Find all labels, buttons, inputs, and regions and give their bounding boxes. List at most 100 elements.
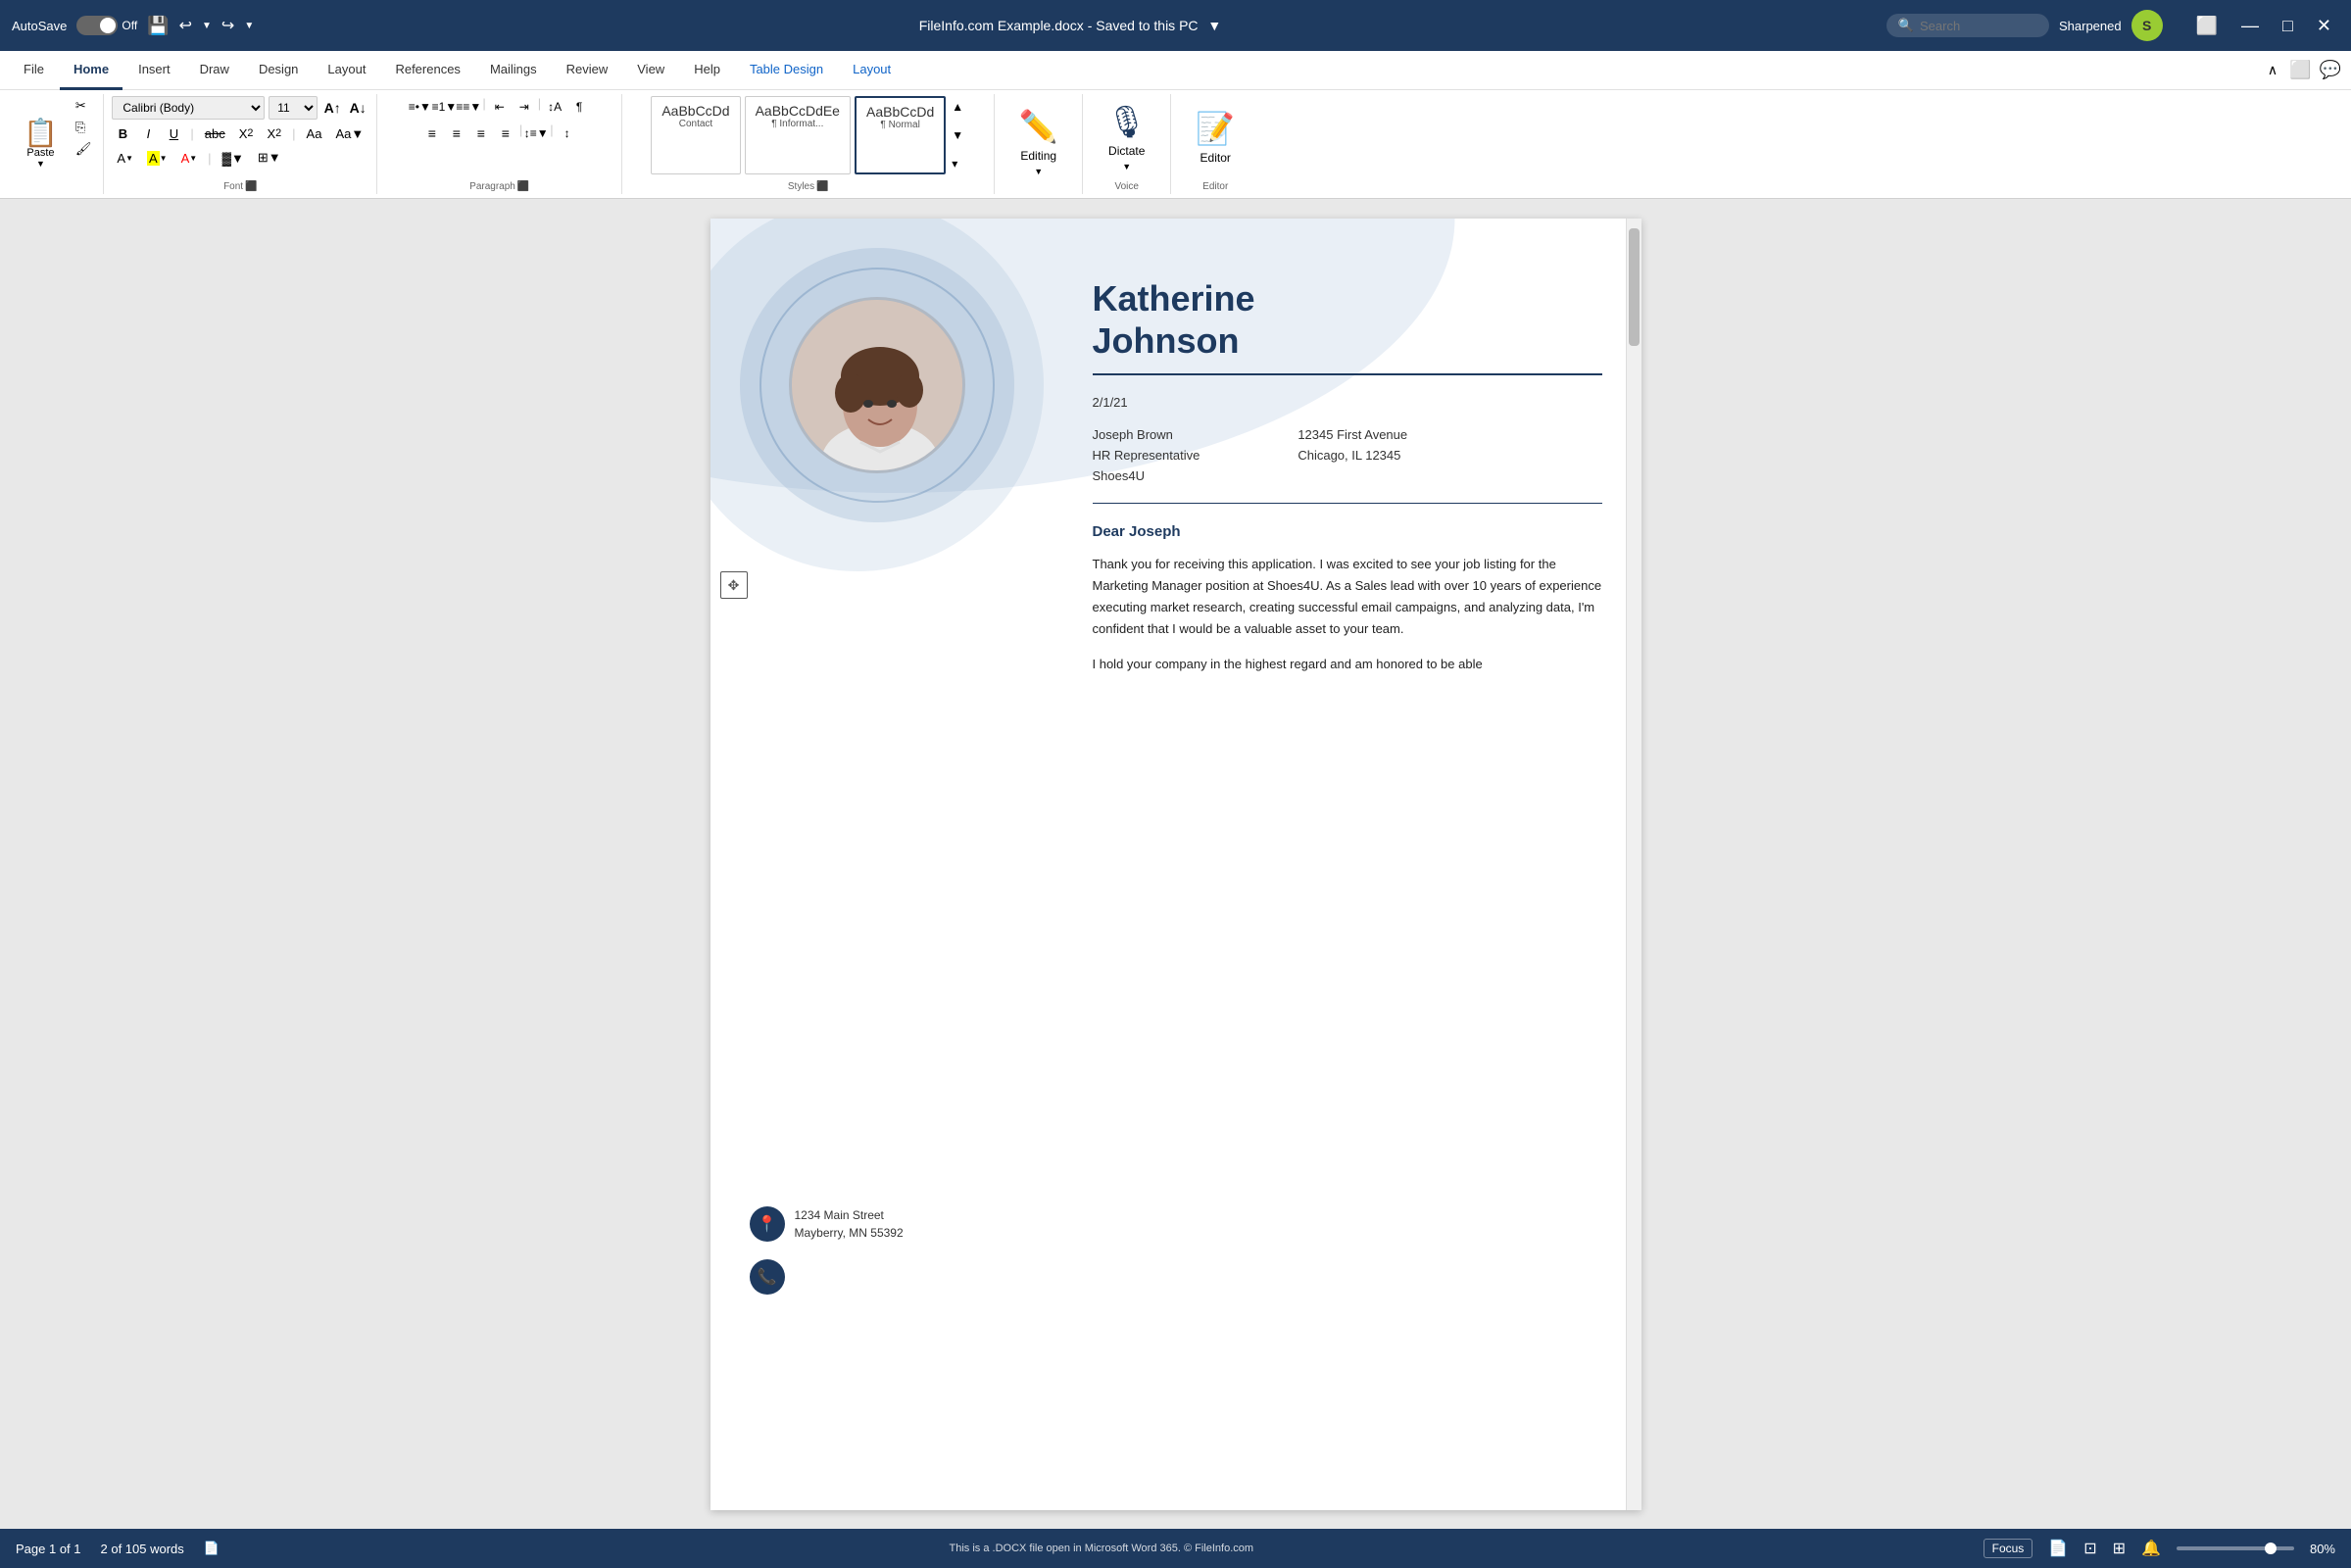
maximize-button[interactable]: □ (2275, 14, 2301, 38)
font-size-select[interactable]: 11 (269, 96, 318, 120)
tab-mailings[interactable]: Mailings (476, 51, 551, 90)
align-right-button[interactable]: ≡ (470, 122, 492, 144)
document-page[interactable]: ✥ 📍 1234 Main Street Mayberry, MN 55392 … (710, 219, 1641, 1510)
autosave-toggle[interactable]: Off (76, 16, 137, 35)
copy-button[interactable]: ⎘ (72, 118, 96, 137)
font-shrink-button[interactable]: A↓ (347, 97, 368, 119)
styles-expand[interactable]: ⬛ (816, 181, 828, 192)
zoom-slider[interactable] (2177, 1546, 2294, 1550)
redo-button[interactable]: ↪ (221, 16, 234, 35)
font-group: Calibri (Body) 11 A↑ A↓ B I U | abc X2 X… (104, 94, 377, 194)
editor-button[interactable]: 📝 Editor (1186, 96, 1245, 177)
tab-review[interactable]: Review (553, 51, 622, 90)
cut-button[interactable]: ✂ (72, 96, 96, 116)
move-handle[interactable]: ✥ (720, 571, 748, 599)
text-color-button[interactable]: A▼ (176, 147, 203, 169)
tab-table-design[interactable]: Table Design (736, 51, 837, 90)
scroll-thumb[interactable] (1629, 228, 1640, 346)
dictate-button[interactable]: 🎙 Dictate ▼ (1097, 96, 1156, 177)
style-normal[interactable]: AaBbCcDd ¶ Normal (855, 96, 946, 174)
tab-insert[interactable]: Insert (124, 51, 184, 90)
editing-button[interactable]: ✏️ Editing ▼ (1009, 96, 1068, 188)
italic-button[interactable]: I (137, 122, 159, 144)
format-painter-button[interactable]: 🖌 (72, 139, 96, 159)
tab-view[interactable]: View (623, 51, 678, 90)
styles-scroll-up[interactable]: ▲ ▼ ▾ (950, 96, 965, 174)
bullets-button[interactable]: ≡•▼ (409, 96, 430, 118)
toggle-switch[interactable] (76, 16, 118, 35)
borders-button2[interactable]: ⊞▼ (253, 147, 286, 169)
search-input[interactable] (1920, 19, 2037, 33)
styles-expand-button[interactable]: ▾ (952, 157, 963, 171)
indent-increase-button[interactable]: ⇥ (514, 96, 535, 118)
voice-group-label: Voice (1115, 177, 1139, 192)
para-expand[interactable]: ⬛ (517, 181, 529, 192)
view-icon-3[interactable]: ⊞ (2113, 1539, 2126, 1558)
save-icon[interactable]: 💾 (147, 16, 169, 36)
line-spacing-button[interactable]: ↕≡▼ (525, 122, 547, 144)
font-expand[interactable]: ⬛ (245, 181, 257, 192)
tab-home[interactable]: Home (60, 51, 122, 90)
indent-decrease-button[interactable]: ⇤ (489, 96, 511, 118)
comment-icon[interactable]: 💬 (2320, 60, 2341, 80)
undo-dropdown[interactable]: ▼ (202, 21, 212, 31)
collapse-ribbon[interactable]: ∧ (2268, 62, 2278, 78)
restore-button[interactable]: ⬜ (2188, 14, 2226, 38)
view-icon-2[interactable]: ⊡ (2083, 1539, 2096, 1558)
search-box[interactable]: 🔍 (1886, 14, 2049, 37)
align-left-button[interactable]: ≡ (421, 122, 443, 144)
editor-group: 📝 Editor Editor (1171, 94, 1259, 194)
letter-body[interactable]: Thank you for receiving this application… (1093, 554, 1602, 675)
user-avatar[interactable]: S (2131, 10, 2163, 41)
font-grow-button[interactable]: A↑ (321, 97, 343, 119)
tab-draw[interactable]: Draw (186, 51, 243, 90)
text-direction-button[interactable]: ↕ (557, 122, 578, 144)
align-center-button[interactable]: ≡ (446, 122, 467, 144)
font-color-button[interactable]: A▼ (112, 147, 138, 169)
tab-layout-2[interactable]: Layout (839, 51, 905, 90)
bold-button[interactable]: B (112, 122, 133, 144)
multilevel-button[interactable]: ≡≡▼ (458, 96, 479, 118)
page-info: Page 1 of 1 (16, 1542, 81, 1556)
highlight-color-button[interactable]: A▼ (142, 147, 172, 169)
paste-button[interactable]: 📋 Paste ▼ (16, 96, 66, 192)
quick-access-dropdown[interactable]: ▼ (244, 21, 254, 31)
show-marks-button[interactable]: ¶ (568, 96, 590, 118)
style-information[interactable]: AaBbCcDdEe ¶ Informat... (745, 96, 851, 174)
tab-references[interactable]: References (381, 51, 473, 90)
justify-button[interactable]: ≡ (495, 122, 516, 144)
case-button[interactable]: Aa▼ (330, 122, 368, 144)
style-contact[interactable]: AaBbCcDd Contact (651, 96, 740, 174)
dictate-dropdown[interactable]: ▼ (1122, 162, 1131, 172)
scrollbar[interactable] (1626, 219, 1641, 1510)
paragraph-group-label: Paragraph ⬛ (469, 177, 529, 192)
share-icon[interactable]: ⬜ (2289, 60, 2311, 80)
tab-design[interactable]: Design (245, 51, 312, 90)
clear-format-button[interactable]: Aa (302, 122, 327, 144)
minimize-button[interactable]: — (2233, 14, 2267, 38)
underline-button[interactable]: U (163, 122, 184, 144)
photo-circle (789, 297, 965, 473)
undo-button[interactable]: ↩ (179, 16, 192, 35)
strikethrough-button[interactable]: abc (200, 122, 230, 144)
shading-button[interactable]: ▓▼ (218, 147, 249, 169)
proofing-icon[interactable]: 📄 (204, 1541, 220, 1556)
tab-file[interactable]: File (10, 51, 58, 90)
subscript-button[interactable]: X2 (234, 122, 259, 144)
letter-content: Katherine Johnson 2/1/21 Joseph Brown HR… (1093, 277, 1602, 689)
para-row1: ≡•▼ ≡1▼ ≡≡▼ | ⇤ ⇥ | ↕A ¶ (409, 96, 590, 118)
editing-dropdown[interactable]: ▼ (1034, 167, 1043, 176)
tab-layout[interactable]: Layout (314, 51, 379, 90)
paste-dropdown[interactable]: ▼ (36, 159, 45, 169)
tab-help[interactable]: Help (680, 51, 734, 90)
document-area: ✥ 📍 1234 Main Street Mayberry, MN 55392 … (0, 199, 2351, 1530)
notifications-icon[interactable]: 🔔 (2141, 1539, 2161, 1558)
sort-button[interactable]: ↕A (544, 96, 565, 118)
focus-button[interactable]: Focus (1984, 1539, 2033, 1558)
superscript-button[interactable]: X2 (262, 122, 286, 144)
font-name-select[interactable]: Calibri (Body) (112, 96, 265, 120)
close-button[interactable]: ✕ (2309, 14, 2339, 38)
title-dropdown[interactable]: ▼ (1207, 18, 1221, 33)
numbering-button[interactable]: ≡1▼ (433, 96, 455, 118)
view-icon-1[interactable]: 📄 (2048, 1539, 2068, 1558)
